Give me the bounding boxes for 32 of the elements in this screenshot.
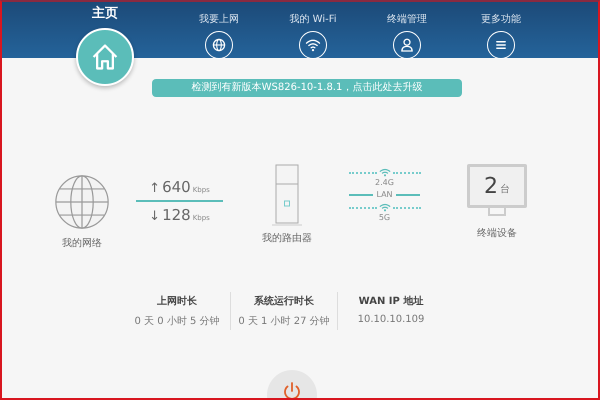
status-label: WAN IP 地址 <box>358 294 424 308</box>
globe-icon <box>54 174 110 230</box>
status-value: 10.10.10.109 <box>358 314 424 325</box>
router-label[interactable]: 我的路由器 <box>262 231 312 245</box>
devices-label[interactable]: 终端设备 <box>477 226 517 240</box>
status-label: 上网时长 <box>157 294 197 308</box>
tab-label[interactable]: 我要上网 <box>199 14 239 26</box>
nav-tab[interactable]: 更多功能 <box>456 2 546 59</box>
speed-value: 128 <box>162 206 191 224</box>
nav-tab[interactable]: 我的 Wi-Fi <box>268 2 358 59</box>
arrow-glyph: ↑ <box>149 181 160 196</box>
device-count: 2 <box>484 174 498 198</box>
speed-value: 640 <box>162 178 191 196</box>
wifi-icon <box>378 168 390 177</box>
band-label: 5G <box>378 212 390 223</box>
nav-tab[interactable]: 我要上网 <box>174 2 264 59</box>
status-label: 系统运行时长 <box>254 294 314 308</box>
tab-label[interactable]: 终端管理 <box>387 14 427 26</box>
nav-tab[interactable]: 主页 <box>60 2 150 86</box>
count-unit: 台 <box>500 182 510 196</box>
tab-label[interactable]: 我的 Wi-Fi <box>289 14 337 26</box>
router-drawing <box>272 164 302 226</box>
arrow-glyph: ↓ <box>149 209 160 224</box>
wifi-icon <box>378 203 390 212</box>
tab-label[interactable]: 更多功能 <box>481 14 521 26</box>
band-label: 2.4G <box>375 177 394 188</box>
network-label[interactable]: 我的网络 <box>62 236 102 250</box>
status-value: 0 天 0 小时 5 分钟 <box>134 314 220 328</box>
tab-label[interactable]: 主页 <box>92 6 118 22</box>
status-value: 0 天 1 小时 27 分钟 <box>238 314 330 328</box>
lan-label: LAN <box>376 189 393 200</box>
nav-tab[interactable]: 终端管理 <box>362 2 452 59</box>
